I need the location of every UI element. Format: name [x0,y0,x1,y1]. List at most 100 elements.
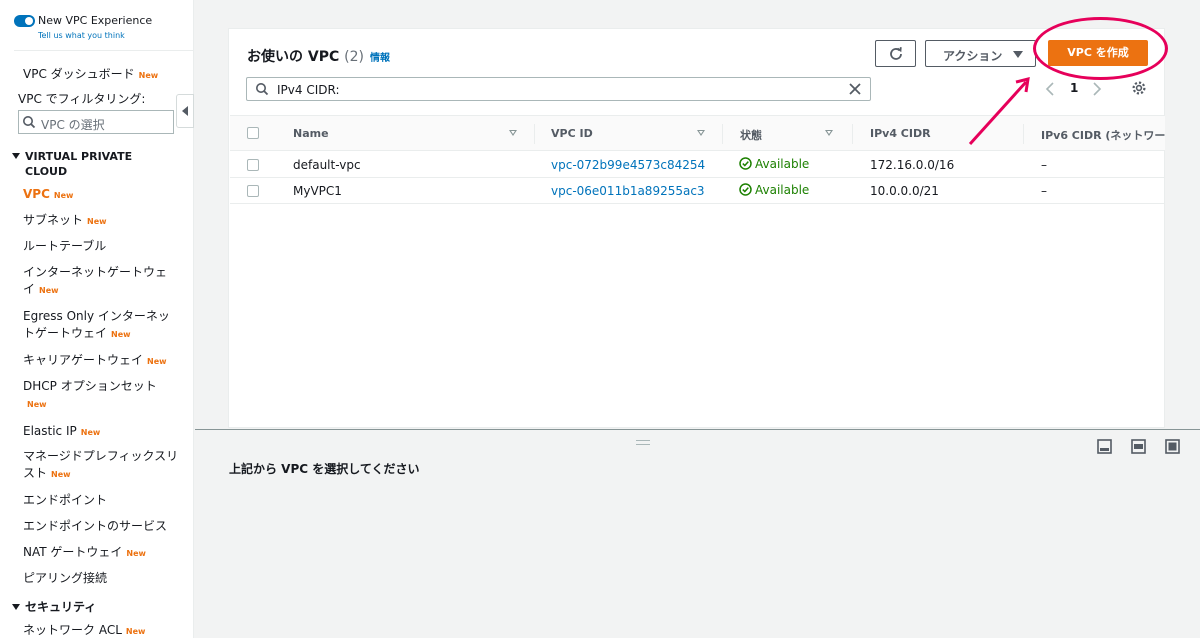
row-checkbox[interactable] [247,185,259,197]
gear-icon[interactable] [1131,80,1147,96]
new-badge: New [80,428,101,437]
row-checkbox[interactable] [247,159,259,171]
vpc-filter-label: VPC でフィルタリング: [18,92,146,106]
cell-ipv4-cidr: 10.0.0.0/21 [870,184,939,198]
highlight-ring [1033,17,1168,80]
sidebar-item-label: DHCP オプションセット [23,379,157,393]
vpc-filter-placeholder: VPC の選択 [41,118,105,132]
sidebar-item-route-tables[interactable]: ルートテーブル [23,238,183,255]
new-badge: New [51,470,71,479]
cell-name: default-vpc [293,158,361,172]
status-text: Available [755,183,810,197]
sidebar-item-subnets[interactable]: サブネット New [23,212,183,230]
column-divider [722,124,723,144]
annotation-arrow-icon [968,76,1030,146]
sort-icon[interactable] [509,130,517,136]
title-text: お使いの VPC [247,49,340,65]
resize-handle[interactable] [636,440,650,445]
sidebar-item-dhcp-options[interactable]: DHCP オプションセット New [23,378,163,413]
sidebar-item-label: VPC [23,187,50,201]
cell-vpc-id-link[interactable]: vpc-072b99e4573c84254 [551,158,705,172]
table-row[interactable]: default-vpc vpc-072b99e4573c84254 Availa… [230,152,1165,178]
new-badge: New [125,627,146,636]
sidebar-item-label: ネットワーク ACL [23,623,122,637]
column-divider [534,124,535,144]
table-row[interactable]: MyVPC1 vpc-06e011b1a89255ac3 Available 1… [230,178,1165,204]
section-label: CLOUD [25,165,68,178]
pagination: 1 [1039,79,1119,99]
search-icon [256,83,269,96]
sidebar-item-label: キャリアゲートウェイ [23,353,144,367]
sidebar-item-elastic-ip[interactable]: Elastic IP New [23,423,183,441]
actions-label: アクション [943,49,1003,63]
section-label: VIRTUAL PRIVATE [25,150,133,163]
status-badge: Available [739,157,809,171]
sidebar-item-peering-connections[interactable]: ピアリング接続 [23,570,183,587]
new-badge: New [87,217,107,226]
details-split-pane: 上記から VPC を選択してください [195,429,1200,638]
vpc-filter-select[interactable]: VPC の選択 [18,110,174,134]
cell-ipv4-cidr: 172.16.0.0/16 [870,158,955,172]
sidebar-item-label: Elastic IP [23,424,77,438]
column-header-ipv6-cidr[interactable]: IPv6 CIDR (ネットワー [1041,127,1165,143]
new-badge: New [53,191,74,200]
new-experience-title: New VPC Experience [38,14,153,27]
section-security[interactable]: セキュリティ [12,600,96,615]
actions-dropdown[interactable]: アクション [925,40,1036,67]
column-header-vpc-id[interactable]: VPC ID [551,127,593,140]
status-text: Available [755,157,810,171]
search-input[interactable]: IPv4 CIDR: [246,77,871,101]
sidebar-item-managed-prefix-lists[interactable]: マネージドプレフィックスリスト New [23,448,183,483]
info-link[interactable]: 情報 [370,53,390,64]
sidebar-item-label: VPC ダッシュボード [23,67,135,81]
chevron-left-icon[interactable] [1045,82,1055,96]
refresh-button[interactable] [875,40,916,67]
cell-ipv6-cidr: – [1041,158,1047,172]
sidebar-item-internet-gateways[interactable]: インターネットゲートウェイ New [23,264,173,299]
column-header-name[interactable]: Name [293,127,329,140]
cell-vpc-id-link[interactable]: vpc-06e011b1a89255ac3 [551,184,705,198]
sidebar-item-endpoints[interactable]: エンドポイント [23,492,183,509]
pane-full-icon[interactable] [1165,439,1180,454]
sidebar-item-label: ルートテーブル [23,239,107,253]
pane-bottom-icon[interactable] [1097,439,1112,454]
sidebar-divider [14,50,193,51]
new-badge: New [147,357,167,366]
sidebar-item-vpc-dashboard[interactable]: VPC ダッシュボード New [23,65,158,82]
sidebar-item-label: エンドポイント [23,493,108,507]
column-header-ipv4-cidr[interactable]: IPv4 CIDR [870,127,931,140]
search-icon [23,116,36,129]
search-token: IPv4 CIDR: [277,83,340,97]
caret-down-icon [1013,51,1023,58]
sidebar-item-network-acls[interactable]: ネットワーク ACL New [23,622,183,638]
sidebar-item-carrier-gateways[interactable]: キャリアゲートウェイ New [23,352,183,370]
sidebar-item-vpc[interactable]: VPC New [23,186,183,204]
sidebar-item-egress-only-igw[interactable]: Egress Only インターネットゲートウェイ New [23,308,181,343]
sort-icon[interactable] [697,130,705,136]
sidebar-item-label: サブネット [23,213,84,227]
clear-icon[interactable] [848,82,862,96]
pane-side-icon[interactable] [1131,439,1146,454]
section-virtual-private-cloud[interactable]: VIRTUAL PRIVATE CLOUD [12,149,132,179]
column-header-status[interactable]: 状態 [740,127,762,143]
caret-down-icon [12,153,20,159]
new-badge: New [39,286,59,295]
section-label: セキュリティ [25,600,97,614]
refresh-icon [890,47,902,60]
chevron-right-icon[interactable] [1092,82,1102,96]
feedback-link[interactable]: Tell us what you think [38,31,125,40]
sidebar-item-nat-gateways[interactable]: NAT ゲートウェイ New [23,544,183,562]
sort-icon[interactable] [825,130,833,136]
page-title: お使いの VPC (2) 情報 [247,46,390,66]
select-all-checkbox[interactable] [247,127,259,139]
caret-down-icon [12,604,20,610]
sidebar-item-label: NAT ゲートウェイ [23,545,123,559]
sidebar-item-endpoint-services[interactable]: エンドポイントのサービス [23,518,183,535]
page-number[interactable]: 1 [1070,81,1078,95]
check-circle-icon [739,157,752,170]
sidebar-item-label: Egress Only インターネットゲートウェイ [23,309,170,340]
collapse-sidebar-button[interactable] [176,94,194,128]
new-experience-toggle[interactable] [14,15,35,27]
cell-name: MyVPC1 [293,184,342,198]
new-badge: New [126,549,146,558]
